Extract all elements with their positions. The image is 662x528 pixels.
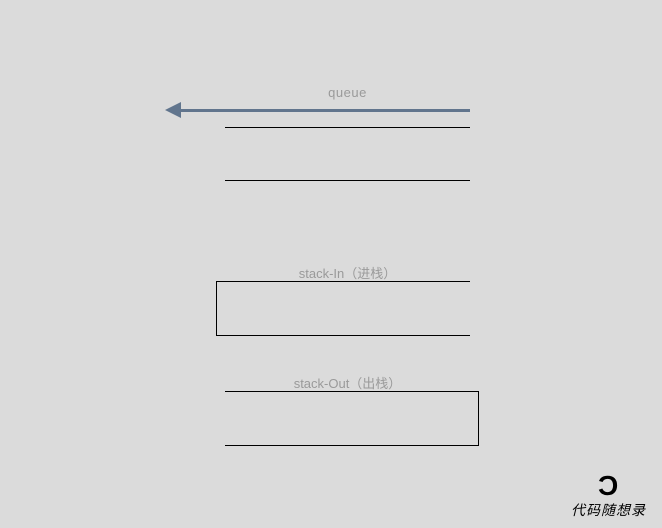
arrow-head-icon <box>165 102 181 118</box>
hline <box>225 180 470 181</box>
queue-label: queue <box>225 85 470 100</box>
stack-in-label: stack-In（进栈） <box>225 263 470 282</box>
hline <box>225 127 470 128</box>
watermark: C 代码随想录 <box>571 472 646 520</box>
watermark-icon: C <box>598 472 618 500</box>
queue-arrow <box>165 102 470 118</box>
queue-top-line <box>225 127 470 128</box>
stack-out-label: stack-Out（出栈） <box>225 373 470 392</box>
arrow-line <box>177 109 470 112</box>
stack-out-box <box>225 391 479 446</box>
watermark-text: 代码随想录 <box>571 500 646 520</box>
stack-in-box <box>216 281 470 336</box>
queue-bottom-line <box>225 180 470 181</box>
